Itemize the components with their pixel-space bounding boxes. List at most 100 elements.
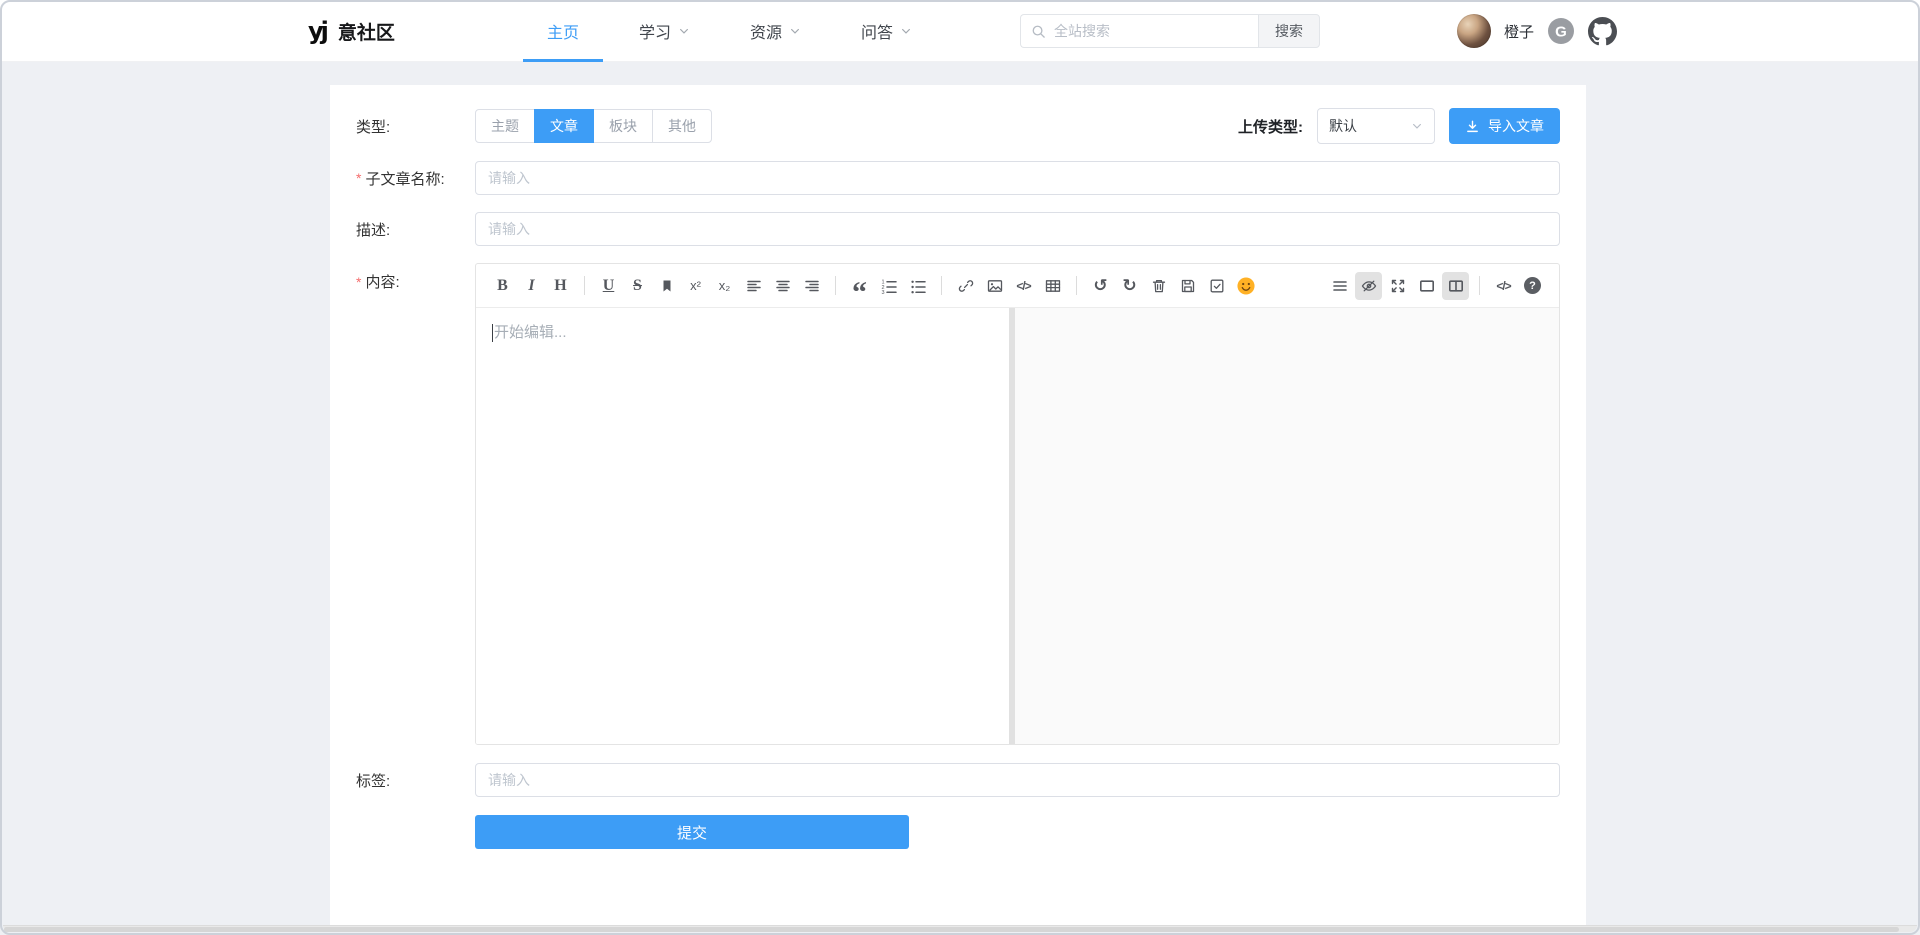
toolbar-separator [1479,276,1480,295]
type-label: 类型: [356,116,475,137]
nav-label: 主页 [547,19,579,43]
strikethrough-icon[interactable]: S [624,272,651,300]
search-input[interactable] [1054,23,1248,39]
heading-icon[interactable]: H [547,272,574,300]
redo-icon[interactable]: ↻ [1116,272,1143,300]
nav-item-qa[interactable]: 问答 [859,0,914,62]
toc-icon[interactable] [1326,272,1353,300]
nav-label: 资源 [750,19,782,43]
editor-content: 开始编辑... [476,308,1559,744]
upload-type-label: 上传类型: [1238,116,1303,137]
bold-icon[interactable]: B [489,272,516,300]
toolbar-left-groups: BIHUSx²x₂ “123 </> ↺↻ [488,272,1260,300]
link-icon[interactable] [952,272,979,300]
github-icon[interactable] [1588,17,1617,46]
superscript-icon[interactable]: x² [682,272,709,300]
horizontal-scrollbar[interactable] [3,925,1917,932]
svg-text:3: 3 [881,290,884,294]
scrollbar-thumb[interactable] [4,927,1899,932]
type-option-topic[interactable]: 主题 [475,109,535,143]
content-row: * 内容: BIHUSx²x₂ “123 </> ↺↻ </>? 开始编辑... [356,263,1560,745]
code-icon[interactable]: </> [1010,272,1037,300]
content-label: * 内容: [356,271,475,292]
nav-label: 问答 [861,19,893,43]
username[interactable]: 橙子 [1504,21,1534,42]
name-label: * 子文章名称: [356,168,475,189]
toolbar-separator [584,276,585,295]
bookmark-icon[interactable] [653,272,680,300]
tags-label: 标签: [356,770,475,791]
quote-icon[interactable]: “ [846,272,873,300]
submit-spacer [356,815,475,849]
ordered-list-icon[interactable]: 123 [875,272,902,300]
sub-article-name-input[interactable] [475,161,1560,195]
preview-window-icon[interactable] [1413,272,1440,300]
avatar[interactable] [1457,14,1491,48]
tags-row: 标签: [356,763,1560,797]
upload-type-value: 默认 [1329,116,1357,136]
split-view-icon[interactable] [1442,272,1469,300]
name-row: * 子文章名称: [356,161,1560,195]
upload-type-select[interactable]: 默认 [1317,108,1435,144]
submit-button[interactable]: 提交 [475,815,909,849]
align-right-icon[interactable] [798,272,825,300]
preview-toggle-icon[interactable] [1355,272,1382,300]
emoji-icon[interactable] [1232,272,1259,300]
editor-placeholder: 开始编辑... [494,324,567,341]
brand[interactable]: yj 意社区 [308,0,395,62]
svg-text:G: G [1555,23,1567,40]
download-icon [1465,119,1480,134]
subscript-icon[interactable]: x₂ [711,272,738,300]
required-asterisk: * [356,274,361,290]
main-nav: 主页 学习 资源 问答 [545,0,914,62]
import-article-button[interactable]: 导入文章 [1449,108,1560,144]
type-option-article[interactable]: 文章 [534,109,594,143]
image-icon[interactable] [981,272,1008,300]
nav-item-resources[interactable]: 资源 [748,0,803,62]
italic-icon[interactable]: I [518,272,545,300]
delete-icon[interactable] [1145,272,1172,300]
upload-cluster: 上传类型: 默认 导入文章 [1238,108,1560,144]
table-icon[interactable] [1039,272,1066,300]
toolbar-separator [835,276,836,295]
help-icon[interactable]: ? [1519,272,1546,300]
editor-input-pane[interactable]: 开始编辑... [476,308,1009,744]
editor-toolbar: BIHUSx²x₂ “123 </> ↺↻ </>? [476,264,1559,308]
toolbar-right-groups: </>? [1325,272,1547,300]
submit-row: 提交 [356,815,1560,849]
chevron-down-icon [678,25,690,37]
tags-input[interactable] [475,763,1560,797]
unordered-list-icon[interactable] [904,272,931,300]
user-area: 橙子 G [1457,0,1617,62]
description-input[interactable] [475,212,1560,246]
gitee-icon[interactable]: G [1547,17,1575,45]
toolbar-separator [1076,276,1077,295]
markdown-editor: BIHUSx²x₂ “123 </> ↺↻ </>? 开始编辑... [475,263,1560,745]
text-cursor [492,324,493,342]
checklist-icon[interactable] [1203,272,1230,300]
nav-item-study[interactable]: 学习 [637,0,692,62]
nav-label: 学习 [639,19,671,43]
chevron-down-icon [900,25,912,37]
type-option-other[interactable]: 其他 [652,109,712,143]
description-row: 描述: [356,212,1560,246]
nav-item-home[interactable]: 主页 [545,0,581,62]
search-icon [1031,24,1046,39]
save-icon[interactable] [1174,272,1201,300]
search-button[interactable]: 搜索 [1258,14,1320,48]
article-form-card: 类型: 主题 文章 板块 其他 上传类型: 默认 导入文章 * 子文章名称: [330,85,1586,928]
fullscreen-icon[interactable] [1384,272,1411,300]
type-option-board[interactable]: 板块 [593,109,653,143]
undo-icon[interactable]: ↺ [1087,272,1114,300]
chevron-down-icon [1411,120,1423,132]
toolbar-separator [941,276,942,295]
required-asterisk: * [356,170,361,186]
align-left-icon[interactable] [740,272,767,300]
underline-icon[interactable]: U [595,272,622,300]
align-center-icon[interactable] [769,272,796,300]
site-logo-icon: yj [308,17,326,45]
preview-pane [1015,308,1559,744]
code-view-icon[interactable]: </> [1490,272,1517,300]
chevron-down-icon [789,25,801,37]
search-input-box [1020,14,1258,48]
